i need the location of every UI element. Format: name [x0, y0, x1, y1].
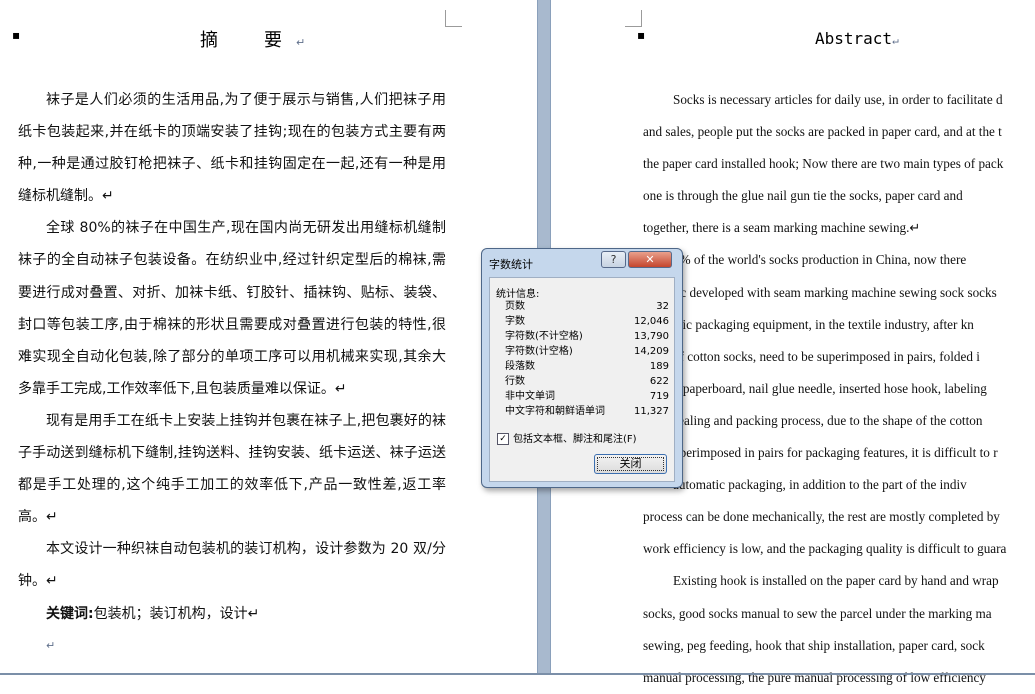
text-line[interactable]: 0% of the world's socks production in Ch… [643, 244, 1035, 276]
text-line[interactable]: process can be done mechanically, the re… [643, 501, 1035, 533]
text-line[interactable]: manual processing, the pure manual proce… [643, 662, 1035, 694]
dialog-body: 统计信息: 页数 32 字数 12,046 字符数(不计空格) 13,790 字符数(… [489, 277, 675, 482]
text-line[interactable]: uperimposed in pairs for packaging featu… [643, 437, 1035, 469]
stat-row-chars-no-spaces: 字符数(不计空格) 13,790 [505, 331, 669, 342]
text-line[interactable]: k paperboard, nail glue needle, inserted… [643, 373, 1035, 405]
text-line[interactable]: Socks is necessary articles for daily us… [643, 84, 1035, 116]
help-button[interactable]: ? [601, 251, 626, 268]
empty-paragraph[interactable]: ↵ [18, 630, 446, 662]
keywords-text: 包装机；装订机构，设计↵ [93, 605, 260, 622]
text-line[interactable]: of cotton socks, need to be superimposed… [643, 341, 1035, 373]
word-count-dialog: 字数统计 ? ✕ 统计信息: 页数 32 字数 12,046 字符数(不计空格) 13… [481, 248, 683, 488]
text-line[interactable]: automatic packaging, in addition to the … [643, 469, 1035, 501]
text-line[interactable]: socks, good socks manual to sew the parc… [643, 598, 1035, 630]
text-line[interactable]: tic developed with seam marking machine … [643, 277, 1035, 309]
dialog-title: 字数统计 [489, 258, 533, 271]
stat-row-words: 字数 12,046 [505, 316, 669, 327]
keywords-label: 关键词: [46, 605, 94, 622]
text-line[interactable]: and sales, people put the socks are pack… [643, 116, 1035, 148]
stat-row-non-chinese-words: 非中文单词 719 [505, 391, 669, 402]
close-icon[interactable]: ✕ [628, 251, 672, 268]
abstract-title-cn: 摘 要↵ [200, 30, 306, 51]
stat-row-chinese-chars: 中文字符和朝鲜语单词 11,327 [505, 406, 669, 417]
paragraph[interactable]: 本文设计一种织袜自动包装机的装订机构，设计参数为 20 双/分钟。↵ [18, 533, 446, 597]
crop-mark [625, 10, 642, 27]
text-line[interactable]: atic packaging equipment, in the textile… [643, 309, 1035, 341]
stat-row-lines: 行数 622 [505, 376, 669, 387]
checkbox-label: 包括文本框、脚注和尾注(F) [513, 434, 637, 445]
stat-row-chars-with-spaces: 字符数(计空格) 14,209 [505, 346, 669, 357]
paragraph-mark: ▪ [637, 28, 646, 42]
abstract-title-en: Abstract↵ [815, 29, 899, 48]
stats-group-label: 统计信息: [496, 289, 540, 300]
paragraph[interactable]: 袜子是人们必须的生活用品,为了便于展示与销售,人们把袜子用纸卡包装起来,并在纸卡… [18, 84, 446, 212]
stat-row-paragraphs: 段落数 189 [505, 361, 669, 372]
text-line[interactable]: the paper card installed hook; Now there… [643, 148, 1035, 180]
checkbox[interactable]: ✓ [497, 433, 509, 445]
stat-row-pages: 页数 32 [505, 301, 669, 312]
text-line[interactable]: together, there is a seam marking machin… [643, 212, 1035, 244]
english-abstract-body[interactable]: Socks is necessary articles for daily us… [643, 84, 1035, 694]
keywords-line[interactable]: 关键词:包装机；装订机构，设计↵ [18, 598, 446, 630]
paragraph[interactable]: 全球 80%的袜子在中国生产,现在国内尚无研发出用缝标机缝制袜子的全自动袜子包装… [18, 212, 446, 405]
document-page-left: ▪ 摘 要↵ 袜子是人们必须的生活用品,为了便于展示与销售,人们把袜子用纸卡包装… [0, 0, 537, 675]
text-line[interactable]: work efficiency is low, and the packagin… [643, 533, 1035, 565]
text-line[interactable]: sealing and packing process, due to the … [643, 405, 1035, 437]
crop-mark [445, 10, 462, 27]
paragraph-mark: ▪ [12, 28, 21, 42]
text-line[interactable]: sewing, peg feeding, hook that ship inst… [643, 630, 1035, 662]
text-line[interactable]: Existing hook is installed on the paper … [643, 565, 1035, 597]
include-textboxes-checkbox-row[interactable]: ✓ 包括文本框、脚注和尾注(F) [497, 430, 637, 445]
chinese-abstract-body[interactable]: 袜子是人们必须的生活用品,为了便于展示与销售,人们把袜子用纸卡包装起来,并在纸卡… [18, 84, 446, 675]
text-line[interactable]: one is through the glue nail gun tie the… [643, 180, 1035, 212]
paragraph[interactable]: 现有是用手工在纸卡上安装上挂钩并包裹在袜子上,把包裹好的袜子手动送到缝标机下缝制… [18, 405, 446, 533]
close-button[interactable]: 关闭 [594, 454, 667, 474]
